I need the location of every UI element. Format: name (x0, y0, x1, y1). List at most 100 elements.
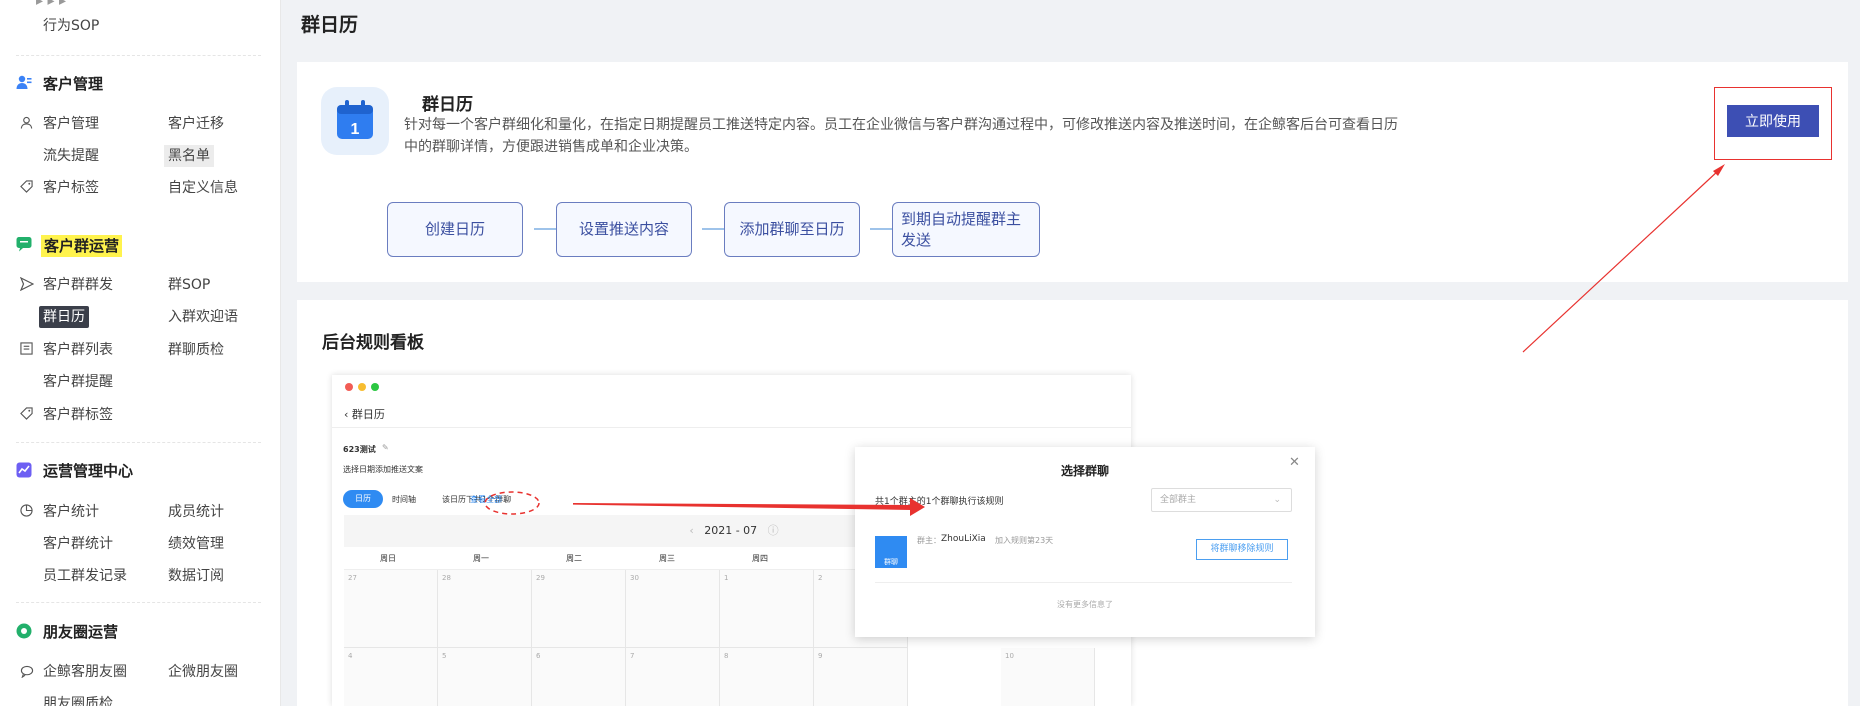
intro-card: 1 群日历 针对每一个客户群细化和量化，在指定日期提醒员工推送特定内容。员工在企… (297, 62, 1848, 282)
chevron-down-icon: ⌄ (1273, 495, 1281, 505)
calendar-cell[interactable]: 9 (814, 648, 908, 706)
sidebar-item-group-tags[interactable]: 客户群标签 (43, 406, 113, 424)
calendar-cell[interactable]: 7 (626, 648, 720, 706)
remove-group-button[interactable]: 将群聊移除规则 (1196, 539, 1288, 560)
calendar-cell[interactable]: 30 (626, 570, 720, 648)
calendar-icon: 1 (337, 100, 373, 139)
use-now-button[interactable]: 立即使用 (1727, 105, 1819, 137)
sidebar-item-group-reminder[interactable]: 客户群提醒 (43, 373, 113, 391)
calendar-cell[interactable]: 8 (720, 648, 814, 706)
back-link[interactable]: ‹ 群日历 (344, 406, 385, 422)
tab-calendar[interactable]: 日历 (343, 490, 383, 508)
tag-icon (20, 180, 33, 193)
sidebar-item-group-stats[interactable]: 客户群统计 (43, 535, 113, 553)
sidebar-item-customer-migration[interactable]: 客户迁移 (168, 115, 224, 133)
sidebar-category-operations-center[interactable]: 运营管理中心 (43, 461, 133, 481)
rules-board-title: 后台规则看板 (322, 333, 424, 353)
month-label: 2021 - 07 (704, 524, 758, 537)
intro-description: 针对每一个客户群细化和量化，在指定日期提醒员工推送特定内容。员工在企业微信与客户… (404, 117, 1398, 155)
send-icon (20, 277, 34, 291)
sidebar-divider (16, 442, 261, 443)
user-icon (20, 116, 33, 129)
sidebar-divider (16, 55, 261, 56)
sidebar-item-welcome-message[interactable]: 入群欢迎语 (168, 308, 238, 326)
sidebar-item-customer-management[interactable]: 客户管理 (43, 115, 99, 133)
intro-title: 群日历 (422, 95, 473, 115)
chevron-left-icon: ‹ (344, 408, 352, 421)
calendar-cell[interactable]: 29 (532, 570, 626, 648)
edit-icon[interactable]: ✎ (382, 443, 389, 452)
joined-days: 加入规则第23天 (995, 536, 1054, 545)
calendar-cell[interactable]: 4 (344, 648, 438, 706)
weekday-thu: 周四 (752, 554, 768, 563)
view-all-link[interactable]: 查看全部 (470, 494, 502, 505)
window-minimize-dot (358, 383, 366, 391)
step-set-push-content: 设置推送内容 (556, 202, 692, 257)
calendar-logo: 1 (321, 87, 389, 155)
divider (875, 582, 1292, 583)
back-title: 群日历 (351, 408, 385, 421)
group-avatar: 群聊 (875, 536, 907, 568)
sidebar-item-group-list[interactable]: 客户群列表 (43, 341, 113, 359)
page-root: ▸ ▸ ▸ 行为SOP 客户管理 客户管理 客户迁移 流失提醒 黑名单 客户标签… (0, 0, 1860, 706)
customer-management-icon (16, 75, 32, 89)
tab-timeline[interactable]: 时间轴 (392, 494, 416, 505)
sidebar-item-moments-inspection[interactable]: 朋友圈质检 (43, 695, 113, 706)
sidebar-item-broadcast-records[interactable]: 员工群发记录 (43, 567, 127, 585)
sidebar-item-customer-tags[interactable]: 客户标签 (43, 179, 99, 197)
no-more-info: 没有更多信息了 (1057, 600, 1113, 609)
sidebar-item-performance[interactable]: 绩效管理 (168, 535, 224, 553)
calendar-cell[interactable]: 1 (720, 570, 814, 648)
main-content: 群日历 1 群日历 针对每一个客户群细化和量化，在指定日期提醒员工推送特定内容。… (281, 0, 1860, 706)
dialog-summary: 共1个群主的1个群聊执行该规则 (875, 497, 1004, 507)
sidebar-divider (16, 602, 261, 603)
tag-icon (20, 407, 33, 420)
sidebar-item-chat-inspection[interactable]: 群聊质检 (168, 341, 224, 359)
sidebar-item-data-subscription[interactable]: 数据订阅 (168, 567, 224, 585)
window-maximize-dot (371, 383, 379, 391)
sidebar-item-customer-stats[interactable]: 客户统计 (43, 503, 99, 521)
sidebar-category-group-operations[interactable]: 客户群运营 (41, 235, 123, 257)
sidebar-item-group-sop[interactable]: 群SOP (168, 276, 210, 294)
divider (332, 427, 1131, 428)
owner-select-value: 全部群主 (1160, 495, 1197, 505)
select-group-dialog: 选择群聊 ✕ 共1个群主的1个群聊执行该规则 全部群主 ⌄ 群聊 群主： Zhou… (855, 447, 1315, 637)
sidebar-item-qjk-moments[interactable]: 企鲸客朋友圈 (43, 663, 127, 681)
sidebar-category-customer-management[interactable]: 客户管理 (43, 74, 103, 94)
window-close-dot (345, 383, 353, 391)
sidebar-item-member-stats[interactable]: 成员统计 (168, 503, 224, 521)
pie-chart-icon (20, 504, 33, 517)
calendar-cell[interactable]: 27 (344, 570, 438, 648)
sidebar-item-blacklist[interactable]: 黑名单 (164, 145, 214, 167)
owner-name: ZhouLiXia (941, 534, 986, 544)
step-add-group-chat: 添加群聊至日历 (724, 202, 860, 257)
sidebar-item-group-calendar[interactable]: 群日历 (39, 306, 89, 328)
calendar-icon-number: 1 (351, 121, 360, 138)
sidebar-item-churn-alert[interactable]: 流失提醒 (43, 147, 99, 165)
analytics-icon (16, 462, 32, 478)
dialog-title: 选择群聊 (1060, 464, 1109, 478)
sidebar: ▸ ▸ ▸ 行为SOP 客户管理 客户管理 客户迁移 流失提醒 黑名单 客户标签… (0, 0, 281, 706)
sidebar-item-behavior-sop[interactable]: 行为SOP (43, 17, 99, 35)
step-create-calendar: 创建日历 (387, 202, 523, 257)
calendar-cell[interactable]: 10 (1001, 648, 1095, 706)
calendar-cell[interactable]: 5 (438, 648, 532, 706)
sidebar-item-wework-moments[interactable]: 企微朋友圈 (168, 663, 238, 681)
owner-prefix: 群主： (917, 536, 941, 545)
sidebar-item-group-broadcast[interactable]: 客户群群发 (43, 276, 113, 294)
calendar-cell[interactable]: 6 (532, 648, 626, 706)
list-icon (20, 342, 33, 355)
calendar-hint: 选择日期添加推送文案 (343, 465, 423, 474)
chat-bubble-icon (20, 665, 34, 678)
owner-select[interactable]: 全部群主 ⌄ (1151, 488, 1292, 512)
moments-icon (16, 623, 32, 639)
sidebar-item-custom-info[interactable]: 自定义信息 (168, 179, 238, 197)
group-chat-icon (16, 237, 32, 252)
close-icon[interactable]: ✕ (1289, 455, 1300, 470)
calendar-cell[interactable]: 28 (438, 570, 532, 648)
page-title: 群日历 (301, 14, 359, 36)
sidebar-category-moments[interactable]: 朋友圈运营 (43, 622, 118, 642)
sidebar-item-partial-top[interactable]: ▸ ▸ ▸ (36, 0, 66, 10)
rules-board-card: 后台规则看板 ‹ 群日历 623测试 ✎ 选择日期添加推送文案 日历 时间轴 该… (297, 300, 1848, 706)
step-auto-remind: 到期自动提醒群主发送 (892, 202, 1040, 257)
